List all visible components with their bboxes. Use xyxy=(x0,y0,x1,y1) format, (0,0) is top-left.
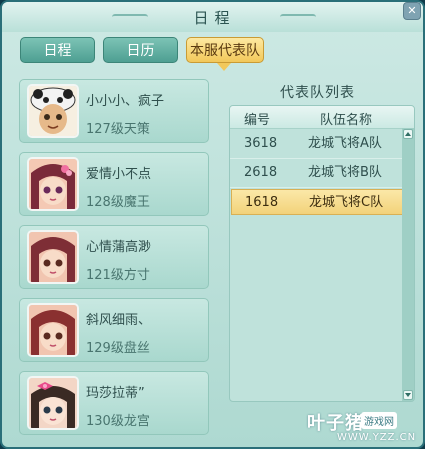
member-name: 小小小、疯子 xyxy=(86,94,165,109)
member-name: 爱情小不点 xyxy=(86,167,152,182)
scrollbar[interactable] xyxy=(402,128,414,401)
member-name: 玛莎拉蒂” xyxy=(86,386,145,401)
boy-panda-hat-avatar-icon xyxy=(27,84,79,138)
chevron-up-icon xyxy=(405,132,411,136)
member-card[interactable]: 爱情小不点 128级魔王 xyxy=(19,152,209,216)
table-row-selected[interactable]: 1618 龙城飞将C队 xyxy=(231,189,403,215)
title-ornament-right xyxy=(280,14,316,20)
row-divider xyxy=(230,187,402,188)
close-icon[interactable]: ✕ xyxy=(403,2,421,20)
tab-server-team[interactable]: 本服代表队 xyxy=(186,37,264,63)
window-title: 日程 xyxy=(193,9,236,27)
member-name: 心情蒲高渺 xyxy=(86,240,152,255)
member-level: 130级龙宫 xyxy=(86,414,150,429)
team-member-list: 小小小、疯子 127级天策 爱情小不点 128级魔王 心情蒲高渺 121级方寸 … xyxy=(19,79,217,444)
watermark-badge: 游戏网 xyxy=(361,412,397,429)
member-card[interactable]: 小小小、疯子 127级天策 xyxy=(19,79,209,143)
active-tab-pointer xyxy=(217,63,231,71)
scroll-up-button[interactable] xyxy=(403,129,413,139)
girl-avatar-icon xyxy=(27,303,79,357)
member-level: 129级盘丝 xyxy=(86,341,150,356)
watermark-url: WWW.YZZ.CN xyxy=(337,432,417,443)
member-name: 斜风细雨、 xyxy=(86,313,152,328)
member-card[interactable]: 玛莎拉蒂” 130级龙宫 xyxy=(19,371,209,435)
member-level: 127级天策 xyxy=(86,122,150,137)
team-id: 2618 xyxy=(244,165,278,180)
column-header-id: 编号 xyxy=(244,113,271,128)
member-card[interactable]: 心情蒲高渺 121级方寸 xyxy=(19,225,209,289)
team-name: 龙城飞将C队 xyxy=(309,195,384,210)
title-ornament-left xyxy=(112,14,148,20)
girl-flower-avatar-icon xyxy=(27,157,79,211)
team-list-table: 编号 队伍名称 3618 龙城飞将A队 2618 龙城飞将B队 1618 龙城飞… xyxy=(229,105,415,402)
column-header-name: 队伍名称 xyxy=(320,113,373,128)
tab-calendar[interactable]: 日历 xyxy=(103,37,178,63)
row-divider xyxy=(230,158,402,159)
scroll-down-button[interactable] xyxy=(403,390,413,400)
title-bar: 日程 ✕ xyxy=(2,2,423,32)
member-level: 128级魔王 xyxy=(86,195,150,210)
watermark: 叶子猪 游戏网 WWW.YZZ.CN xyxy=(307,409,419,445)
member-level: 121级方寸 xyxy=(86,268,150,283)
table-header: 编号 队伍名称 xyxy=(230,106,414,129)
tab-schedule[interactable]: 日程 xyxy=(20,37,95,63)
girl-avatar-icon xyxy=(27,230,79,284)
member-card[interactable]: 斜风细雨、 129级盘丝 xyxy=(19,298,209,362)
team-id: 1618 xyxy=(245,195,279,210)
team-id: 3618 xyxy=(244,136,278,151)
table-row[interactable]: 2618 龙城飞将B队 xyxy=(230,160,402,186)
team-list-title: 代表队列表 xyxy=(280,85,355,101)
chevron-down-icon xyxy=(405,393,411,397)
girl-bow-avatar-icon xyxy=(27,376,79,430)
schedule-window: 日程 ✕ 日程 日历 本服代表队 小小小、疯子 127级天策 爱情小不点 128… xyxy=(0,0,425,449)
table-row[interactable]: 3618 龙城飞将A队 xyxy=(230,131,402,157)
team-name: 龙城飞将B队 xyxy=(308,165,382,180)
team-name: 龙城飞将A队 xyxy=(308,136,382,151)
